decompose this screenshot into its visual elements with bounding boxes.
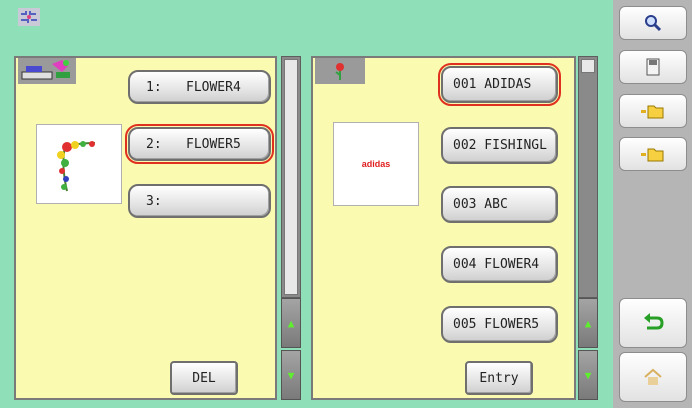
pattern-item-name: 001 ADIDAS: [453, 77, 532, 92]
pattern-preview-text: adidas: [361, 159, 391, 169]
pattern-item-5[interactable]: 005 FLOWER5: [441, 306, 558, 343]
folder-out-icon[interactable]: [619, 137, 687, 171]
memory-item-2[interactable]: 2: FLOWER5: [125, 124, 274, 164]
pattern-item-name: 002 FISHINGL: [453, 138, 547, 153]
pattern-scroll-up-icon[interactable]: ▲: [578, 298, 598, 348]
pattern-preview: adidas: [333, 122, 419, 206]
del-button[interactable]: DEL: [170, 361, 238, 395]
magnifier-icon[interactable]: [619, 6, 687, 40]
memory-item-1[interactable]: 1: FLOWER4: [128, 70, 271, 104]
folder-in-icon[interactable]: [619, 94, 687, 128]
pattern-scrollbar-thumb[interactable]: [581, 59, 595, 73]
pattern-panel: adidas: [311, 56, 576, 400]
memory-preview: [36, 124, 122, 204]
memory-item-3[interactable]: 3:: [128, 184, 271, 218]
machine-icon: [18, 58, 76, 84]
memory-item-number: 3:: [146, 193, 162, 209]
memory-scrollbar[interactable]: [281, 56, 301, 298]
memory-item-number: 2:: [146, 136, 162, 152]
entry-button-label: Entry: [479, 370, 519, 386]
return-arrow-icon[interactable]: [619, 298, 687, 348]
memory-item-name: FLOWER5: [186, 136, 241, 152]
memory-scroll-down-icon[interactable]: ▼: [281, 350, 301, 400]
pattern-item-name: 005 FLOWER5: [453, 317, 540, 332]
del-button-label: DEL: [192, 370, 216, 386]
pattern-item-3[interactable]: 003 ABC: [441, 186, 558, 223]
pattern-item-1[interactable]: 001 ADIDAS: [438, 63, 561, 106]
memory-item-number: 1:: [146, 79, 162, 95]
home-icon[interactable]: [619, 352, 687, 402]
pattern-item-4[interactable]: 004 FLOWER4: [441, 246, 558, 283]
memory-item-name: FLOWER4: [186, 79, 241, 95]
stitch-pattern-icon: [18, 8, 40, 26]
memory-scrollbar-thumb[interactable]: [284, 59, 298, 295]
floppy-disk-icon[interactable]: [619, 50, 687, 84]
pattern-item-name: 003 ABC: [453, 197, 508, 212]
pattern-item-name: 004 FLOWER4: [453, 257, 540, 272]
entry-button[interactable]: Entry: [465, 361, 533, 395]
memory-scroll-up-icon[interactable]: ▲: [281, 298, 301, 348]
pattern-scroll-down-icon[interactable]: ▼: [578, 350, 598, 400]
memory-panel: [14, 56, 277, 400]
flower-icon: [315, 58, 365, 84]
pattern-item-2[interactable]: 002 FISHINGL: [441, 127, 558, 164]
pattern-scrollbar[interactable]: [578, 56, 598, 298]
